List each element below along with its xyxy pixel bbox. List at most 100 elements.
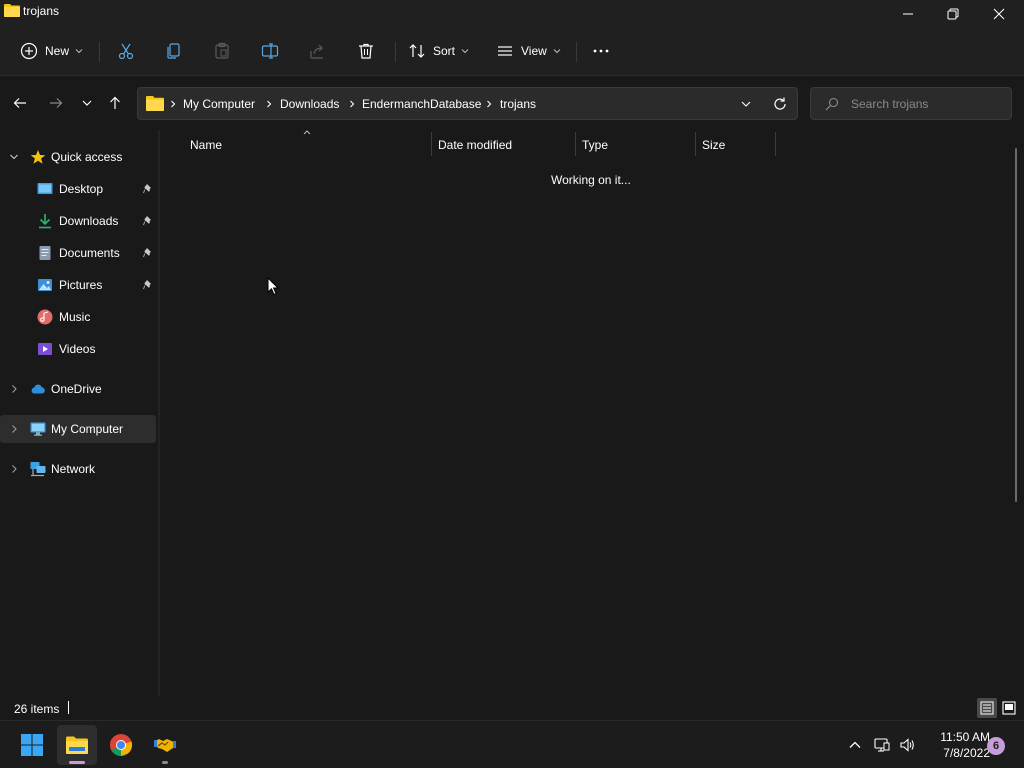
- cut-button[interactable]: [117, 36, 135, 66]
- plus-circle-icon: [20, 42, 38, 60]
- view-button[interactable]: View: [496, 36, 561, 66]
- forward-button[interactable]: [45, 92, 67, 114]
- column-header-label: Size: [702, 138, 726, 152]
- recent-locations-button[interactable]: [76, 92, 98, 114]
- minimize-button[interactable]: [885, 0, 931, 28]
- breadcrumb-item[interactable]: Downloads: [280, 97, 339, 111]
- details-view-button[interactable]: [977, 698, 997, 718]
- column-divider[interactable]: [775, 132, 776, 156]
- notification-badge[interactable]: 6: [987, 737, 1005, 755]
- column-header-label: Type: [582, 138, 609, 152]
- cloud-icon: [31, 384, 45, 394]
- rename-button[interactable]: [261, 36, 279, 66]
- pane-splitter[interactable]: [158, 130, 160, 696]
- view-icon: [498, 46, 512, 56]
- breadcrumb-item[interactable]: EndermanchDatabase: [362, 97, 481, 111]
- chevron-down-icon[interactable]: [9, 152, 19, 162]
- chevron-right-icon[interactable]: [9, 464, 19, 474]
- sidebar-item-desktop[interactable]: Desktop: [0, 175, 156, 203]
- refresh-icon[interactable]: [772, 96, 788, 112]
- sidebar-item-label: Quick access: [51, 150, 123, 164]
- sidebar-item-my-computer[interactable]: My Computer: [0, 415, 156, 443]
- minimize-icon: [903, 13, 913, 15]
- show-hidden-icons-button[interactable]: [845, 735, 865, 755]
- sidebar-item-label: Documents: [59, 246, 120, 260]
- delete-icon: [359, 43, 373, 59]
- sidebar-item-label: Network: [51, 462, 96, 476]
- column-header-size[interactable]: Size: [696, 132, 775, 158]
- computer-icon: [30, 422, 46, 436]
- paste-button[interactable]: [213, 36, 231, 66]
- restore-button[interactable]: [930, 0, 976, 28]
- start-button[interactable]: [12, 725, 52, 765]
- sidebar-item-videos[interactable]: Videos: [0, 335, 156, 363]
- vertical-scrollbar[interactable]: [1015, 148, 1017, 502]
- clock[interactable]: 11:50 AM 7/8/2022: [920, 729, 990, 761]
- breadcrumb-item[interactable]: trojans: [500, 97, 536, 111]
- new-label: New: [45, 44, 70, 58]
- pin-icon[interactable]: [141, 215, 153, 227]
- delete-button[interactable]: [357, 36, 375, 66]
- network-icon: [30, 462, 46, 477]
- chevron-right-icon[interactable]: [9, 384, 19, 394]
- folder-icon: [146, 96, 164, 111]
- star-icon: [30, 150, 46, 164]
- sidebar-item-onedrive[interactable]: OneDrive: [0, 375, 156, 403]
- mouse-cursor-icon: [267, 277, 279, 296]
- start-icon: [21, 734, 43, 756]
- divider: [99, 42, 100, 62]
- sidebar-item-network[interactable]: Network: [0, 455, 156, 483]
- divider: [576, 42, 577, 62]
- taskbar-app-file-explorer[interactable]: [57, 725, 97, 765]
- up-button[interactable]: [104, 92, 126, 114]
- divider: [68, 701, 69, 714]
- sidebar-item-music[interactable]: Music: [0, 303, 156, 331]
- large-icons-view-button[interactable]: [999, 698, 1019, 718]
- share-button[interactable]: [309, 36, 327, 66]
- sidebar-item-label: Music: [59, 310, 91, 324]
- taskbar-app-chrome[interactable]: [101, 725, 141, 765]
- divider: [395, 42, 396, 62]
- search-input[interactable]: [851, 95, 1001, 113]
- sidebar-item-label: Pictures: [59, 278, 103, 292]
- sidebar-item-quick-access[interactable]: Quick access: [0, 143, 156, 171]
- pin-icon[interactable]: [141, 183, 153, 195]
- sidebar-item-documents[interactable]: Documents: [0, 239, 156, 267]
- details-view-icon: [980, 701, 994, 715]
- chevron-up-icon: [849, 741, 861, 748]
- breadcrumb-item[interactable]: My Computer: [183, 97, 255, 111]
- new-button[interactable]: New: [20, 36, 83, 66]
- clock-time: 11:50 AM: [940, 730, 990, 744]
- sort-icon: [409, 44, 425, 58]
- speaker-icon: [900, 738, 914, 752]
- close-button[interactable]: [976, 0, 1022, 28]
- videos-icon: [38, 343, 52, 355]
- volume-button[interactable]: [897, 735, 917, 755]
- taskbar-app-handshake[interactable]: [145, 725, 185, 765]
- column-header-name[interactable]: Name: [182, 132, 431, 158]
- copy-button[interactable]: [165, 36, 183, 66]
- active-app-indicator: [69, 761, 85, 764]
- back-button[interactable]: [9, 92, 31, 114]
- column-header-date-modified[interactable]: Date modified: [432, 132, 575, 158]
- sidebar-item-downloads[interactable]: Downloads: [0, 207, 156, 235]
- network-status-button[interactable]: [872, 735, 892, 755]
- column-header-type[interactable]: Type: [576, 132, 695, 158]
- search-box[interactable]: [810, 87, 1012, 120]
- window-title: trojans: [23, 4, 60, 18]
- arrow-left-icon: [13, 98, 26, 108]
- navigation-pane: Quick access Desktop Downloads Documents…: [0, 130, 158, 696]
- pin-icon[interactable]: [141, 279, 153, 291]
- chevron-right-icon[interactable]: [9, 424, 19, 434]
- running-app-indicator: [162, 761, 168, 764]
- address-history-chevron-icon[interactable]: [740, 98, 752, 110]
- more-options-button[interactable]: [592, 36, 610, 66]
- address-bar[interactable]: My Computer Downloads EndermanchDatabase…: [137, 87, 798, 120]
- sort-button[interactable]: Sort: [408, 36, 469, 66]
- sidebar-item-pictures[interactable]: Pictures: [0, 271, 156, 299]
- copy-icon: [167, 43, 180, 59]
- command-bar: New Sort View: [0, 28, 1024, 76]
- pin-icon[interactable]: [141, 247, 153, 259]
- sidebar-item-label: OneDrive: [51, 382, 102, 396]
- chevron-right-icon: [350, 100, 355, 108]
